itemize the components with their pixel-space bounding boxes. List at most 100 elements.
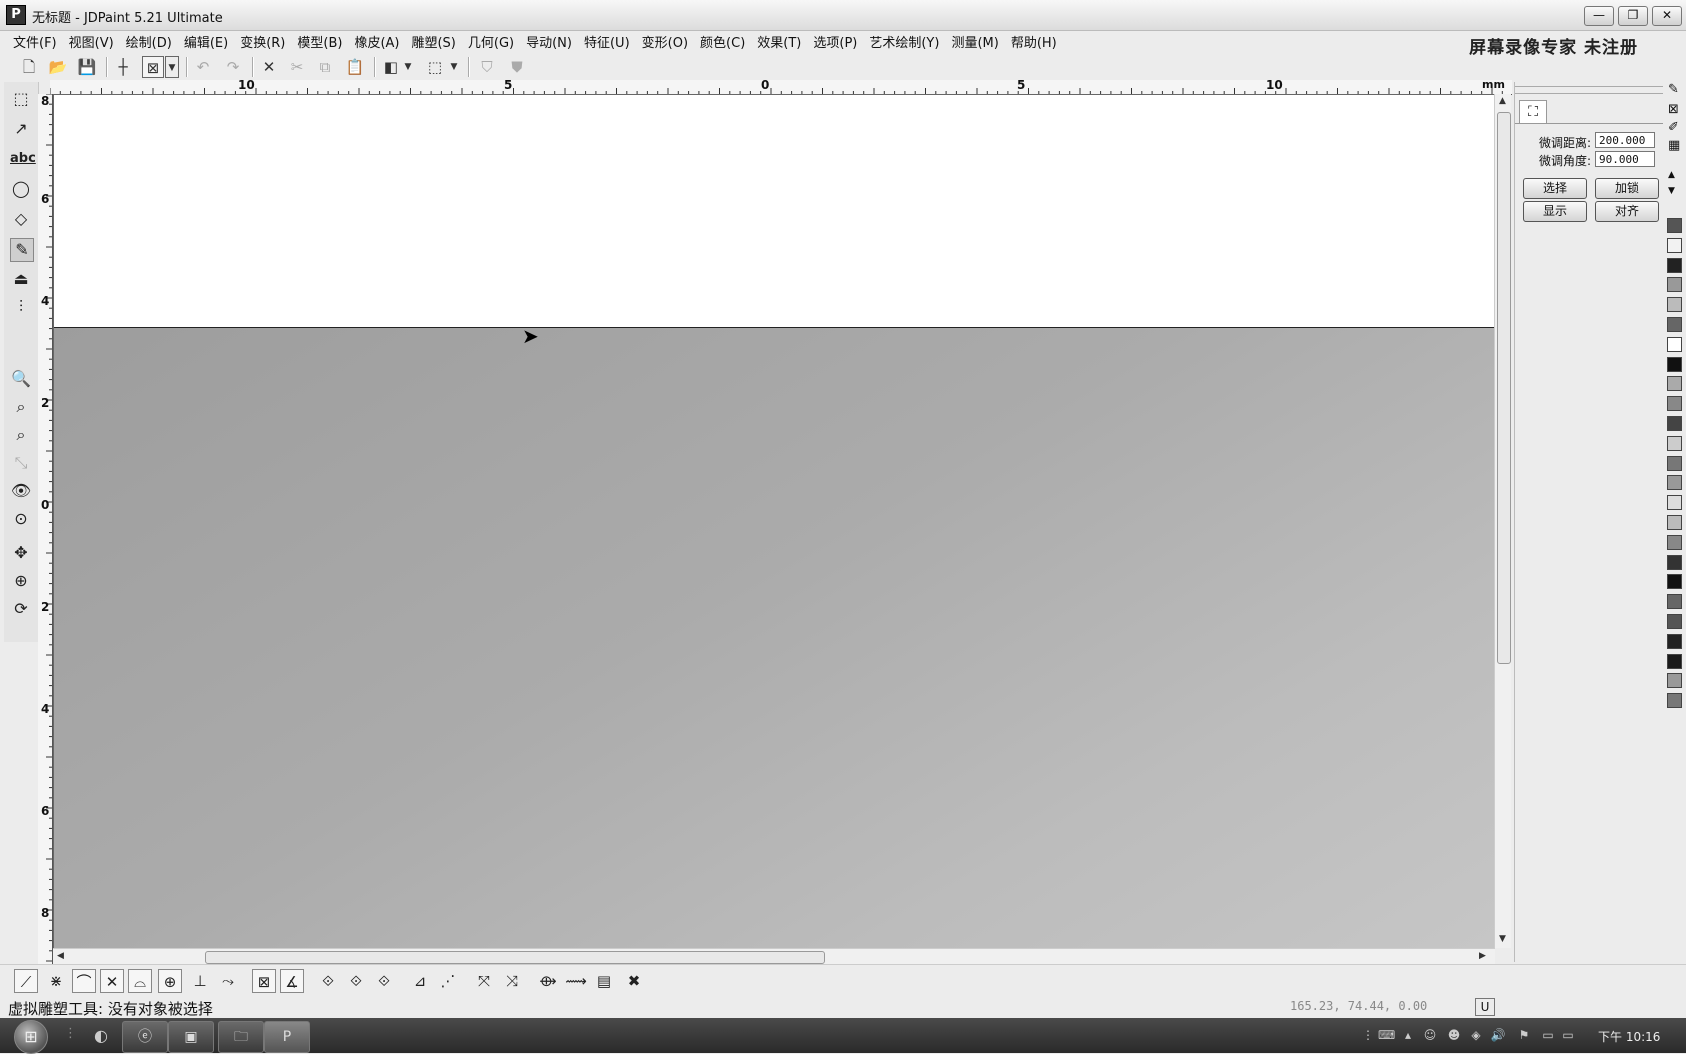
save-disk-icon[interactable]: 💾	[76, 56, 98, 78]
flag-icon[interactable]: ⚑	[1516, 1027, 1532, 1043]
zoom-window-icon[interactable]: 🔍	[10, 368, 32, 390]
eyedropper-icon[interactable]: ✐	[1668, 120, 1679, 135]
scroll-up-icon[interactable]: ▲	[1499, 96, 1506, 106]
trim-icon[interactable]: ⋰	[436, 969, 460, 993]
vertical-scrollbar[interactable]: ▲ ▼	[1494, 94, 1511, 948]
boolean-intersect-icon[interactable]: ⟐	[372, 969, 396, 993]
menu-file[interactable]: 文件(F)	[8, 32, 64, 51]
drawing-canvas[interactable]	[53, 94, 1495, 950]
join-icon[interactable]: ⤨	[500, 969, 524, 993]
color-swatch[interactable]	[1667, 594, 1682, 610]
rotate-view-icon[interactable]: ⟳	[10, 598, 32, 620]
undo-icon[interactable]: ↶	[192, 56, 214, 78]
menu-view[interactable]: 视图(V)	[64, 32, 121, 51]
taskbar-clock[interactable]: 下午 10:16	[1598, 1028, 1660, 1045]
menu-transform[interactable]: 变换(R)	[235, 32, 292, 51]
color-swatch[interactable]	[1667, 475, 1682, 491]
shield-right-icon[interactable]: ⛊	[506, 56, 528, 78]
sculpt-pen-icon[interactable]: ✎	[10, 238, 34, 262]
canvas-background-area[interactable]	[54, 95, 1494, 328]
menu-deform[interactable]: 变形(O)	[637, 32, 695, 51]
measure-tool-icon[interactable]: ⫶	[10, 296, 32, 318]
network-icon[interactable]: ▭	[1540, 1027, 1556, 1043]
color-swatch[interactable]	[1667, 455, 1682, 471]
close-button[interactable]: ✕	[1652, 6, 1682, 26]
copy-icon[interactable]: ⧉	[314, 56, 336, 78]
chat-icon[interactable]: ☻	[1446, 1027, 1462, 1043]
color-swatch[interactable]	[1667, 317, 1682, 332]
lock-button[interactable]: 加锁	[1595, 178, 1659, 199]
redo-icon[interactable]: ↷	[222, 56, 244, 78]
arc-corner-icon[interactable]: ⌓	[128, 969, 152, 993]
color-swatch[interactable]	[1667, 693, 1682, 709]
menu-sculpt[interactable]: 雕塑(S)	[406, 32, 462, 51]
menu-model[interactable]: 模型(B)	[292, 32, 349, 51]
node-select-icon[interactable]: ⛶	[1519, 100, 1547, 123]
menu-art-draw[interactable]: 艺术绘制(Y)	[864, 32, 946, 51]
view-cube-icon[interactable]: ⬚	[424, 56, 446, 78]
paste-icon[interactable]: 📋	[344, 56, 366, 78]
app-logo-icon[interactable]: P	[6, 5, 26, 25]
view-eye-icon[interactable]: 👁	[10, 480, 32, 502]
pencil-icon[interactable]: ✎	[1668, 82, 1679, 97]
color-swatch[interactable]	[1667, 673, 1682, 689]
perpendicular-icon[interactable]: ⊥	[188, 969, 212, 993]
menu-color[interactable]: 颜色(C)	[695, 32, 752, 51]
horizontal-scrollbar[interactable]: ◀ ▶	[53, 948, 1495, 965]
shading-dropdown-icon[interactable]: ▼	[402, 56, 414, 78]
explorer-folder-icon[interactable]: 🗀	[218, 1021, 264, 1053]
node-edit-icon[interactable]: ↗	[10, 118, 32, 140]
fillet-icon[interactable]: ⌒	[72, 969, 96, 993]
angle-snap-icon[interactable]: ∡	[280, 969, 304, 993]
sculpt-surface[interactable]	[54, 328, 1494, 949]
pattern-icon[interactable]: ▦	[1668, 138, 1680, 153]
select-box-icon[interactable]: ⊠	[142, 56, 164, 78]
array-icon[interactable]: ▤	[592, 969, 616, 993]
mirror-icon[interactable]: ⟿	[564, 969, 588, 993]
color-swatch[interactable]	[1667, 495, 1682, 511]
color-swatch[interactable]	[1667, 515, 1682, 530]
color-swatch[interactable]	[1667, 416, 1682, 431]
mode-indicator[interactable]: U	[1475, 998, 1495, 1016]
zoom-all-icon[interactable]: ⊙	[10, 508, 32, 530]
color-swatch[interactable]	[1667, 574, 1682, 590]
menu-draw[interactable]: 绘制(D)	[121, 32, 179, 51]
boolean-subtract-icon[interactable]: ⟐	[344, 969, 368, 993]
cut-icon[interactable]: ✂	[286, 56, 308, 78]
security-icon[interactable]: ◈	[1468, 1027, 1484, 1043]
scroll-left-icon[interactable]: ◀	[57, 951, 64, 961]
select-button[interactable]: 选择	[1523, 178, 1587, 199]
media-player-icon[interactable]: ▣	[168, 1021, 214, 1053]
menu-options[interactable]: 选项(P)	[808, 32, 864, 51]
color-swatch[interactable]	[1667, 336, 1682, 352]
multi-line-icon[interactable]: ⋇	[44, 969, 68, 993]
color-swatch[interactable]	[1667, 633, 1682, 649]
cancel-icon[interactable]: ✖	[622, 969, 646, 993]
line-tool-icon[interactable]: ⟋	[14, 969, 38, 993]
menu-eraser[interactable]: 橡皮(A)	[349, 32, 406, 51]
boolean-union-icon[interactable]: ⟐	[316, 969, 340, 993]
zoom-out-icon[interactable]: ⌕	[10, 396, 32, 418]
minimize-button[interactable]: —	[1584, 6, 1614, 26]
zoom-prev-icon[interactable]: ⤡	[10, 452, 32, 474]
shading-mode-icon[interactable]: ◧	[380, 56, 402, 78]
bell-tool-icon[interactable]: ⏏	[10, 268, 32, 290]
color-swatch[interactable]	[1667, 237, 1682, 253]
select-rect-icon[interactable]: ⬚	[10, 88, 32, 110]
text-tool-icon[interactable]: abc	[10, 148, 36, 170]
color-swatch[interactable]	[1667, 356, 1682, 372]
color-swatch[interactable]	[1667, 218, 1682, 233]
panel-grip[interactable]	[1515, 86, 1663, 94]
color-swatch[interactable]	[1667, 257, 1682, 273]
zoom-in-icon[interactable]: ⌕	[10, 424, 32, 446]
intersect-icon[interactable]: ✕	[100, 969, 124, 993]
palette-down-icon[interactable]: ▼	[1668, 186, 1675, 196]
quicklaunch-icon[interactable]: ◐	[94, 1026, 108, 1045]
scroll-right-icon[interactable]: ▶	[1479, 951, 1486, 961]
color-swatch[interactable]	[1667, 277, 1682, 293]
new-file-icon[interactable]: 🗋	[18, 56, 40, 78]
qq-icon[interactable]: ☺	[1422, 1027, 1438, 1043]
keyboard-icon[interactable]: ⌨	[1378, 1027, 1395, 1043]
shield-left-icon[interactable]: ⛉	[476, 56, 498, 78]
color-swatch[interactable]	[1667, 534, 1682, 550]
